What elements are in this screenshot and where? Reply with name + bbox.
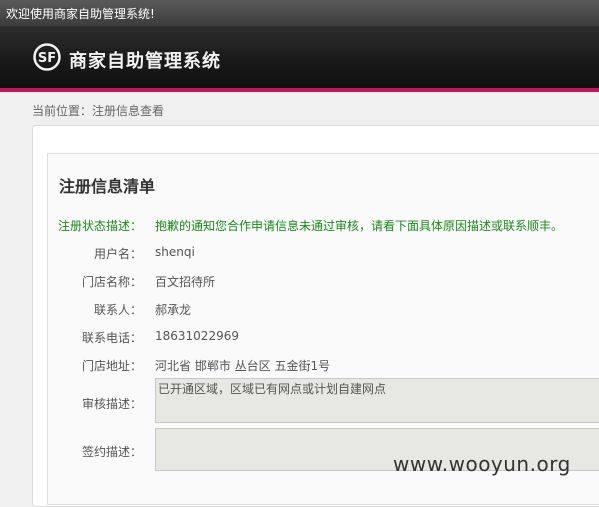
username-value: shenqi bbox=[155, 245, 195, 259]
contract-label: 签约描述： bbox=[81, 445, 142, 459]
app-header: SF 商家自助管理系统 bbox=[0, 26, 599, 88]
breadcrumb: 当前位置：注册信息查看 bbox=[32, 104, 165, 118]
address-value: 河北省 邯郸市 丛台区 五金街1号 bbox=[155, 359, 331, 373]
review-label: 审核描述： bbox=[81, 397, 142, 411]
status-value: 抱歉的通知您合作申请信息未通过审核，请看下面具体原因描述或联系顺丰。 bbox=[155, 219, 564, 233]
status-label: 注册状态描述： bbox=[57, 219, 142, 233]
header-accent-line bbox=[0, 88, 599, 92]
store-name-value: 百文招待所 bbox=[155, 275, 216, 289]
username-label: 用户名： bbox=[93, 247, 142, 261]
review-description-field[interactable]: 已开通区域，区域已有网点或计划自建网点 bbox=[155, 378, 599, 423]
app-title: 商家自助管理系统 bbox=[69, 51, 221, 72]
phone-value: 18631022969 bbox=[155, 329, 239, 343]
store-name-label: 门店名称： bbox=[81, 275, 142, 289]
phone-label: 联系电话： bbox=[81, 331, 142, 345]
top-bar: 欢迎使用商家自助管理系统! bbox=[0, 0, 599, 26]
sf-logo-icon: SF bbox=[33, 43, 61, 71]
welcome-message: 欢迎使用商家自助管理系统! bbox=[6, 7, 155, 21]
watermark: www.wooyun.org bbox=[393, 452, 571, 476]
svg-text:SF: SF bbox=[38, 51, 56, 66]
contact-label: 联系人： bbox=[93, 303, 142, 317]
section-title: 注册信息清单 bbox=[59, 177, 156, 196]
contact-value: 郝承龙 bbox=[155, 303, 192, 317]
address-label: 门店地址： bbox=[81, 359, 142, 373]
